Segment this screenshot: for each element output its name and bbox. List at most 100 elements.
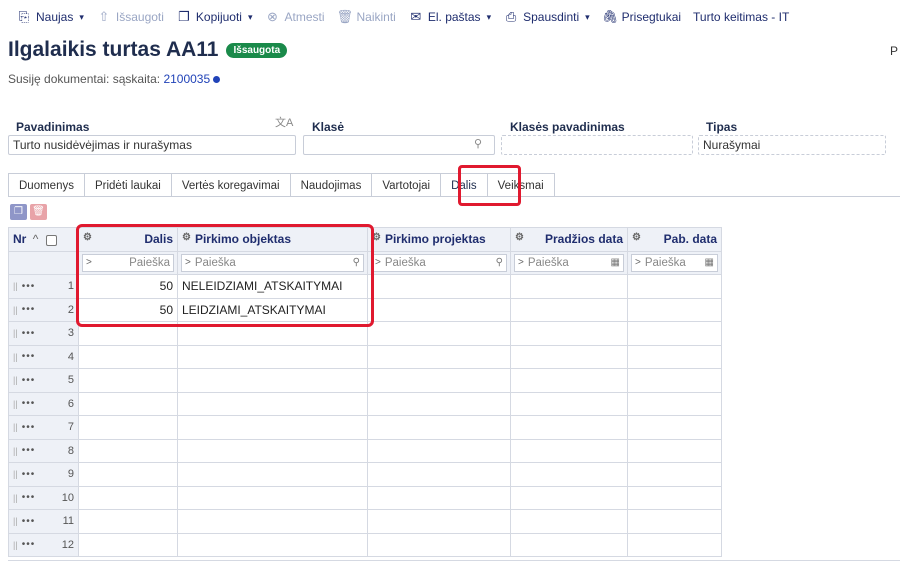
row-number-cell[interactable]: || ••• 4 [8,344,79,369]
pab-data-cell[interactable] [627,509,722,534]
table-row[interactable]: || ••• 10 [8,485,722,510]
pirkimo-objektas-cell[interactable] [177,532,368,557]
dalis-cell[interactable] [78,391,178,416]
tab-4[interactable]: Vartotojai [371,173,441,197]
table-row[interactable]: || ••• 9 [8,462,722,487]
pirkimo-objektas-cell[interactable] [177,391,368,416]
row-number-cell[interactable]: || ••• 3 [8,321,79,346]
chevron-down-icon[interactable]: ▾ [79,12,84,23]
tab-0[interactable]: Duomenys [8,173,84,197]
row-number-cell[interactable]: || ••• 5 [8,368,79,393]
pradzios-data-cell[interactable] [510,391,628,416]
info-dot-icon[interactable] [213,76,221,84]
chevron-down-icon[interactable]: ▾ [585,12,590,23]
row-number-cell[interactable]: || ••• 8 [8,438,79,463]
drag-handle-icon[interactable]: || [13,469,18,479]
pirkimo-projektas-cell[interactable] [367,509,511,534]
row-menu-icon[interactable]: ••• [22,492,36,503]
row-number-cell[interactable]: || ••• 9 [8,462,79,487]
pab-data-cell[interactable] [627,274,722,299]
dalis-cell[interactable] [78,438,178,463]
dalis-cell[interactable] [78,344,178,369]
pirkimo-projektas-cell[interactable] [367,297,511,322]
row-menu-icon[interactable]: ••• [22,516,36,527]
drag-handle-icon[interactable]: || [13,422,18,432]
row-number-cell[interactable]: || ••• 11 [8,509,79,534]
pradzios-data-cell[interactable] [510,274,628,299]
drag-handle-icon[interactable]: || [13,281,18,291]
pradzios-data-cell[interactable] [510,297,628,322]
row-number-cell[interactable]: || ••• 1 [8,274,79,299]
drag-handle-icon[interactable]: || [13,375,18,385]
toolbar-button-7[interactable]: 🖇 Prisegtukai [596,5,687,29]
pirkimo-projektas-cell[interactable] [367,485,511,510]
pirkimo-objektas-cell[interactable] [177,462,368,487]
table-row[interactable]: || ••• 12 [8,532,722,557]
table-row[interactable]: || ••• 11 [8,509,722,534]
calendar-icon[interactable]: ▦ [705,257,714,268]
translate-icon[interactable]: 文A [275,114,293,130]
drag-handle-icon[interactable]: || [13,516,18,526]
pradzios-data-cell[interactable] [510,368,628,393]
row-number-cell[interactable]: || ••• 6 [8,391,79,416]
pab-data-cell[interactable] [627,297,722,322]
row-menu-icon[interactable]: ••• [22,539,36,550]
pirkimo-projektas-cell[interactable] [367,321,511,346]
pirkimo-objektas-cell[interactable] [177,485,368,510]
pab-data-cell[interactable] [627,438,722,463]
drag-handle-icon[interactable]: || [13,399,18,409]
dalis-cell[interactable] [78,368,178,393]
search-icon[interactable]: ⚲ [496,257,503,268]
pirkimo-objektas-cell[interactable] [177,344,368,369]
pirkimo-projektas-cell[interactable] [367,438,511,463]
dalis-cell[interactable] [78,415,178,440]
row-number-cell[interactable]: || ••• 10 [8,485,79,510]
table-row[interactable]: || ••• 6 [8,391,722,416]
pradzios-data-cell[interactable] [510,438,628,463]
delete-row-button[interactable]: 🗑 [30,204,47,220]
tab-3[interactable]: Naudojimas [289,173,372,197]
tab-2[interactable]: Vertės koregavimai [170,173,290,197]
row-menu-icon[interactable]: ••• [22,398,36,409]
pirkimo-projektas-cell[interactable] [367,415,511,440]
pirkimo-objektas-cell[interactable] [177,368,368,393]
row-menu-icon[interactable]: ••• [22,351,36,362]
toolbar-button-5[interactable]: ✉ El. paštas ▾ [402,5,497,29]
klase-input[interactable] [303,135,495,155]
pradzios-date-input[interactable]: > Paieška ▦ [514,253,624,272]
toolbar-button-8[interactable]: Turto keitimas - IT [687,5,795,29]
dalis-cell[interactable] [78,509,178,534]
pirkimo-projektas-cell[interactable] [367,391,511,416]
pradzios-data-cell[interactable] [510,462,628,487]
pab-data-cell[interactable] [627,462,722,487]
row-number-cell[interactable]: || ••• 7 [8,415,79,440]
table-row[interactable]: || ••• 4 [8,344,722,369]
row-menu-icon[interactable]: ••• [22,469,36,480]
toolbar-button-0[interactable]: ⎘ Naujas ▾ [10,5,90,29]
pab-data-cell[interactable] [627,532,722,557]
pirkimo-projektas-cell[interactable] [367,532,511,557]
copy-row-button[interactable]: ❐ [10,204,27,220]
pirkimo-projektas-cell[interactable] [367,344,511,369]
pavadinimas-input[interactable]: Turto nusidėvėjimas ir nurašymas [8,135,296,155]
row-menu-icon[interactable]: ••• [22,304,36,315]
drag-handle-icon[interactable]: || [13,352,18,362]
pirkimo-objektas-cell[interactable] [177,438,368,463]
toolbar-button-6[interactable]: ⎙ Spausdinti ▾ [497,5,596,29]
pab-data-cell[interactable] [627,391,722,416]
pab-data-cell[interactable] [627,321,722,346]
table-row[interactable]: || ••• 8 [8,438,722,463]
select-all-checkbox[interactable] [45,234,57,246]
projektas-search-input[interactable]: > Paieška ⚲ [371,253,507,272]
toolbar-button-4[interactable]: 🗑 Naikinti [331,5,402,29]
pradzios-data-cell[interactable] [510,415,628,440]
dalis-cell[interactable] [78,532,178,557]
pradzios-data-cell[interactable] [510,321,628,346]
pirkimo-projektas-cell[interactable] [367,274,511,299]
drag-handle-icon[interactable]: || [13,446,18,456]
pab-data-cell[interactable] [627,485,722,510]
header-pradzios-data[interactable]: ⚙ Pradžios data [510,227,628,252]
row-menu-icon[interactable]: ••• [22,422,36,433]
pirkimo-projektas-cell[interactable] [367,462,511,487]
row-menu-icon[interactable]: ••• [22,375,36,386]
